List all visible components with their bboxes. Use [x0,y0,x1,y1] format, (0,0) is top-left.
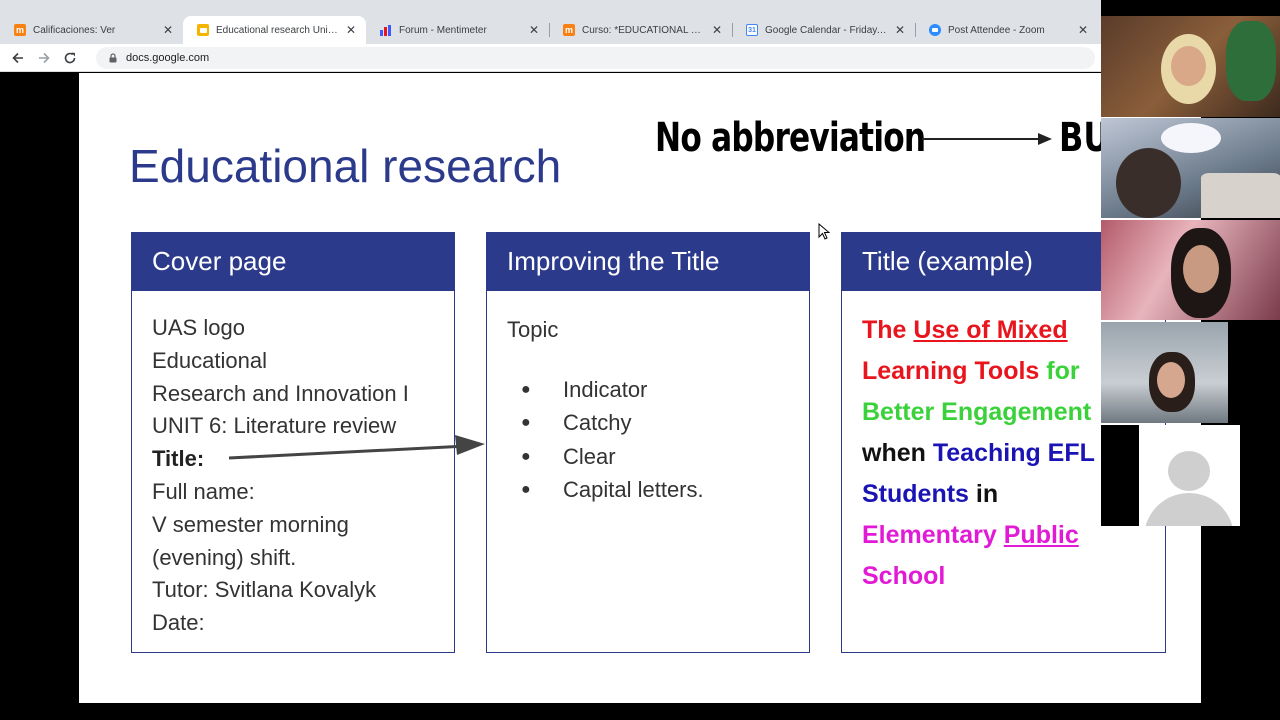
avatar [1144,493,1234,526]
address-bar[interactable]: docs.google.com [96,46,1095,69]
topic-label: Topic [507,317,559,342]
participant-video[interactable] [1101,322,1228,423]
cover-line-logo: UAS logo [152,315,245,340]
tab-calificaciones[interactable]: m Calificaciones: Ver ✕ [0,16,183,44]
card-header: Improving the Title [487,233,809,291]
reload-button[interactable] [58,46,82,70]
tab-title: Google Calendar - Friday, Dece [765,24,889,36]
tab-title: Curso: *EDUCATIONAL RESEAR [582,24,706,36]
back-button[interactable] [6,46,30,70]
tab-google-calendar[interactable]: 31 Google Calendar - Friday, Dece ✕ [732,16,915,44]
participant-video[interactable] [1101,220,1280,320]
mouse-cursor-icon [818,223,830,240]
cover-line-date: Date: [152,610,205,636]
tab-mentimeter[interactable]: Forum - Mentimeter ✕ [366,16,549,44]
tab-title: Educational research Unit 5 - G [216,24,340,36]
tab-zoom[interactable]: Post Attendee - Zoom ✕ [915,16,1098,44]
presentation-slide: Educational research No abbreviation BU … [79,73,1201,703]
bullet-icon: ● [521,481,531,499]
tab-educational-research[interactable]: Educational research Unit 5 - G ✕ [183,16,366,44]
reload-icon [64,52,76,63]
bullet-icon: ● [521,414,531,432]
title-arrow [228,435,485,460]
slide-title: Educational research [129,140,562,192]
window-top-strip [0,0,1101,16]
zoom-icon [929,24,941,36]
list-item: ● Indicator [521,373,789,407]
cover-line-shift: (evening) shift. [152,544,297,570]
forward-button[interactable] [32,46,56,70]
card-header: Cover page [132,233,454,291]
bullet-icon: ● [521,447,531,465]
moodle-icon: m [563,24,575,36]
back-arrow-icon [12,52,23,63]
cover-line-research: Research and Innovation I [152,380,409,406]
cover-line-full-name: Full name: [152,478,255,504]
tab-bar: m Calificaciones: Ver ✕ Educational rese… [0,16,1101,44]
list-item: ● Capital letters. [521,473,789,507]
close-icon[interactable]: ✕ [344,23,358,37]
calendar-icon: 31 [746,24,758,36]
annotation-arrow [922,133,1052,145]
cover-line-tutor: Tutor: Svitlana Kovalyk [152,577,377,603]
bullet-list: ● Indicator ● Catchy ● Clear ● Capital lette… [521,373,789,507]
close-icon[interactable]: ✕ [893,23,907,37]
tab-title: Post Attendee - Zoom [948,24,1045,36]
card-body: Topic ● Indicator ● Catchy ● Clear ● Capital… [487,291,809,507]
tab-curso[interactable]: m Curso: *EDUCATIONAL RESEAR ✕ [549,16,732,44]
bullet-icon: ● [521,380,531,398]
cover-line-semester: V semester morning [152,511,349,537]
avatar [1168,451,1210,491]
participant-video[interactable] [1101,118,1280,218]
mentimeter-icon [380,24,392,36]
list-item: ● Catchy [521,406,789,440]
list-item: ● Clear [521,440,789,474]
close-icon[interactable]: ✕ [1076,23,1090,37]
close-icon[interactable]: ✕ [161,23,175,37]
slides-icon [197,24,209,36]
forward-arrow-icon [39,52,50,63]
improving-title-card: Improving the Title Topic ● Indicator ● Ca… [486,232,810,653]
close-icon[interactable]: ✕ [527,23,541,37]
url-text: docs.google.com [126,51,210,64]
tab-title: Forum - Mentimeter [399,24,487,36]
browser-toolbar: docs.google.com [0,44,1101,72]
cover-line-educational: Educational [152,347,267,373]
annotation-text: No abbreviation [655,115,926,161]
tab-title: Calificaciones: Ver [33,24,116,36]
participant-video-no-camera[interactable] [1101,425,1240,526]
close-icon[interactable]: ✕ [710,23,724,37]
participant-video[interactable] [1101,16,1280,117]
lock-icon [109,52,117,62]
moodle-icon: m [14,24,26,36]
